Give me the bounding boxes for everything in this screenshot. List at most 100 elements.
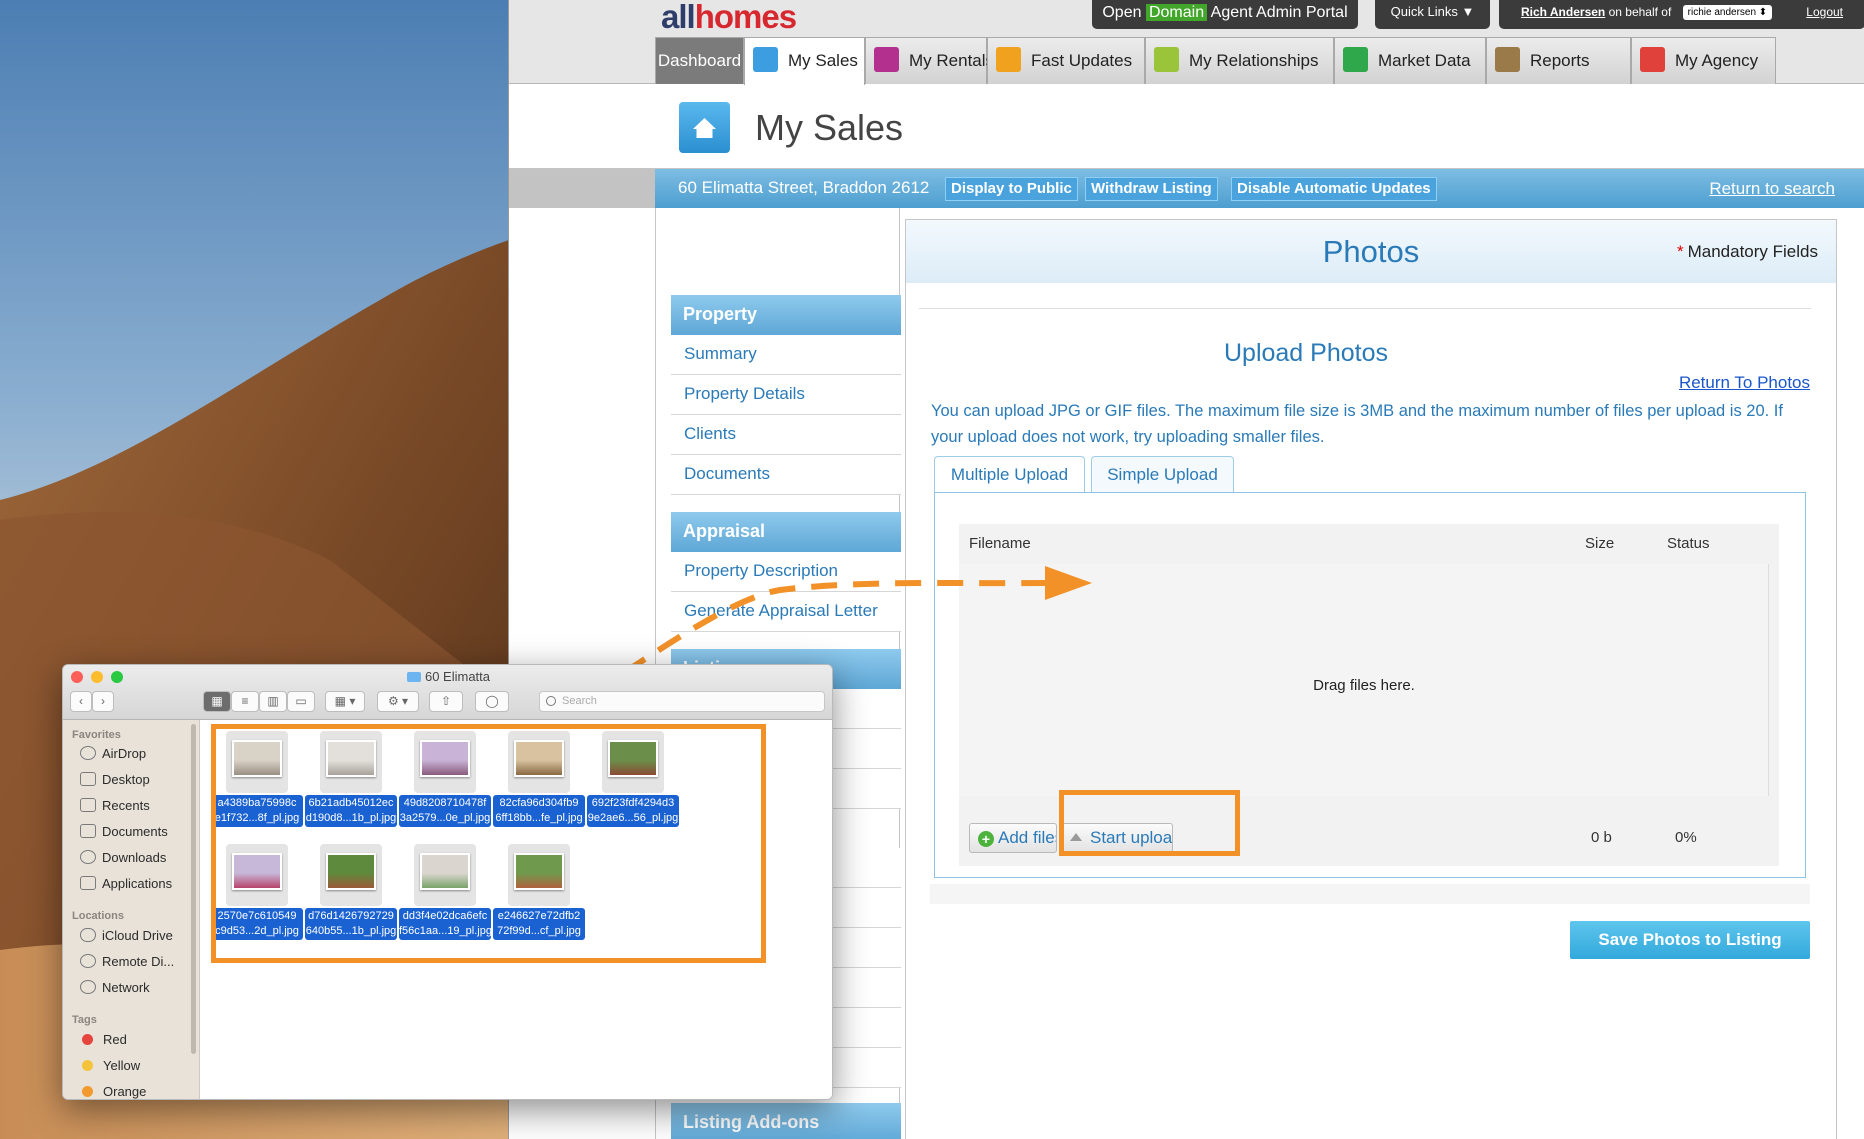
sidebar-item-documents[interactable]: Documents xyxy=(80,824,168,839)
sidebar-item-airdrop[interactable]: AirDrop xyxy=(80,746,146,761)
people-icon xyxy=(1154,47,1179,72)
tab-my-sales[interactable]: My Sales xyxy=(744,37,865,85)
sidebar-item-network[interactable]: Network xyxy=(80,980,150,995)
tab-multiple-upload[interactable]: Multiple Upload xyxy=(934,456,1085,494)
finder-search-input[interactable]: Search xyxy=(539,691,825,712)
tab-dashboard[interactable]: Dashboard xyxy=(655,37,744,84)
tab-reports[interactable]: Reports xyxy=(1486,37,1631,84)
sidebar-item-icloud-drive[interactable]: iCloud Drive xyxy=(80,928,173,943)
desktop-icon xyxy=(80,772,96,786)
icon-view-button[interactable]: ▦ xyxy=(203,691,231,712)
sidebar-tag-red[interactable]: Red xyxy=(80,1032,127,1047)
disc-icon xyxy=(80,954,96,968)
upload-footer-strip xyxy=(930,884,1810,904)
sidebar-tag-yellow[interactable]: Yellow xyxy=(80,1058,140,1073)
airdrop-icon xyxy=(80,746,96,760)
drag-files-text: Drag files here. xyxy=(1313,677,1415,694)
start-upload-highlight xyxy=(1059,790,1240,856)
total-size: 0 b xyxy=(1591,829,1612,846)
finder-toolbar: 60 Elimatta ‹ › ▦ ≡ ▥ ▭ ▦ ▾ ⚙ ▾ ⇧ ◯ Sear… xyxy=(63,665,832,720)
search-icon xyxy=(546,696,556,706)
nav-property-details[interactable]: Property Details xyxy=(671,375,901,415)
sidebar-item-desktop[interactable]: Desktop xyxy=(80,772,150,787)
listing-action-bar: 60 Elimatta Street, Braddon 2612 Display… xyxy=(509,169,1864,208)
total-status: 0% xyxy=(1675,829,1697,846)
list-view-button[interactable]: ≡ xyxy=(231,691,259,712)
drop-zone[interactable]: Drag files here. xyxy=(959,564,1769,796)
plus-icon: + xyxy=(978,831,994,847)
house-icon xyxy=(679,102,730,153)
withdraw-listing-button[interactable]: Withdraw Listing xyxy=(1085,177,1218,201)
applications-icon xyxy=(80,876,96,890)
red-tag-icon xyxy=(82,1034,93,1045)
house-icon xyxy=(753,47,778,72)
sidebar-item-remote-disc[interactable]: Remote Di... xyxy=(80,954,174,969)
tab-market-data[interactable]: Market Data xyxy=(1334,37,1486,84)
quick-links-menu[interactable]: Quick Links ▼ xyxy=(1375,0,1490,29)
network-icon xyxy=(80,980,96,994)
column-view-button[interactable]: ▥ xyxy=(259,691,287,712)
page-header: My Sales xyxy=(509,85,1864,169)
upload-instructions: You can upload JPG or GIF files. The max… xyxy=(931,402,1783,446)
divider xyxy=(919,308,1811,309)
nav-summary[interactable]: Summary xyxy=(671,335,901,375)
nav-clients[interactable]: Clients xyxy=(671,415,901,455)
display-to-public-button[interactable]: Display to Public xyxy=(945,177,1078,201)
sidebar-item-applications[interactable]: Applications xyxy=(80,876,172,891)
documents-icon xyxy=(80,824,96,838)
sidebar-item-recents[interactable]: Recents xyxy=(80,798,150,813)
nav-generate-appraisal-letter[interactable]: Generate Appraisal Letter xyxy=(671,592,901,632)
add-files-button[interactable]: + Add files xyxy=(969,823,1057,853)
tag-icon[interactable]: ◯ xyxy=(475,691,509,712)
disable-automatic-updates-button[interactable]: Disable Automatic Updates xyxy=(1231,177,1437,201)
upload-container: Filename Size Status Drag files here. + A… xyxy=(934,492,1806,878)
photos-panel-header: Photos * Mandatory Fields xyxy=(906,220,1836,283)
user-bar: Rich Andersen on behalf of richie anders… xyxy=(1499,0,1864,29)
agent-select[interactable]: richie andersen ⬍ xyxy=(1682,5,1773,20)
domain-badge: Domain xyxy=(1145,4,1208,21)
upload-photos-title: Upload Photos xyxy=(1223,339,1388,367)
column-status: Status xyxy=(1667,535,1710,552)
sidebar-scrollbar[interactable] xyxy=(191,724,196,1054)
orange-tag-icon xyxy=(82,1086,93,1097)
cloud-icon xyxy=(80,928,96,942)
gear-icon[interactable]: ⚙ ▾ xyxy=(377,691,419,712)
group-menu-button[interactable]: ▦ ▾ xyxy=(325,691,365,712)
nav-property-description[interactable]: Property Description xyxy=(671,552,901,592)
tab-my-agency[interactable]: My Agency xyxy=(1631,37,1776,84)
return-to-search-link[interactable]: Return to search xyxy=(1709,179,1835,199)
mandatory-fields-note: * Mandatory Fields xyxy=(1676,242,1818,261)
allhomes-logo[interactable]: allhomes xyxy=(661,0,797,36)
page-title: My Sales xyxy=(755,107,904,148)
address-bar-strip xyxy=(509,169,655,208)
user-name-link[interactable]: Rich Andersen xyxy=(1521,5,1605,19)
gallery-view-button[interactable]: ▭ xyxy=(287,691,315,712)
sidebar-item-downloads[interactable]: Downloads xyxy=(80,850,166,865)
locations-header: Locations xyxy=(72,910,124,922)
listing-address: 60 Elimatta Street, Braddon 2612 xyxy=(678,178,930,197)
save-photos-button[interactable]: Save Photos to Listing xyxy=(1570,921,1810,959)
agent-admin-portal-link[interactable]: Open Domain Agent Admin Portal xyxy=(1092,0,1358,29)
finder-title: 60 Elimatta xyxy=(63,669,832,684)
tab-my-rentals[interactable]: My Rentals xyxy=(865,37,994,84)
nav-documents[interactable]: Documents xyxy=(671,455,901,495)
section-appraisal: Appraisal xyxy=(671,512,901,552)
forward-button[interactable]: › xyxy=(92,691,114,712)
logout-link[interactable]: Logout xyxy=(1806,0,1843,24)
tab-my-relationships[interactable]: My Relationships xyxy=(1145,37,1334,84)
top-navigation: allhomes Open Domain Agent Admin Portal … xyxy=(509,0,1864,85)
column-size: Size xyxy=(1585,535,1615,552)
yellow-tag-icon xyxy=(82,1060,93,1071)
finder-window: 60 Elimatta ‹ › ▦ ≡ ▥ ▭ ▦ ▾ ⚙ ▾ ⇧ ◯ Sear… xyxy=(62,664,833,1100)
tab-fast-updates[interactable]: Fast Updates xyxy=(987,37,1145,84)
section-property: Property xyxy=(671,295,901,335)
section-listing-add-ons: Listing Add-ons xyxy=(671,1103,901,1139)
return-to-photos-link[interactable]: Return To Photos xyxy=(1679,373,1810,393)
favorites-header: Favorites xyxy=(72,729,121,741)
back-button[interactable]: ‹ xyxy=(70,691,92,712)
tab-simple-upload[interactable]: Simple Upload xyxy=(1091,456,1234,493)
folder-icon xyxy=(406,672,421,682)
share-icon[interactable]: ⇧ xyxy=(429,691,463,712)
sidebar-tag-orange[interactable]: Orange xyxy=(80,1084,146,1099)
column-filename: Filename xyxy=(969,535,1031,552)
